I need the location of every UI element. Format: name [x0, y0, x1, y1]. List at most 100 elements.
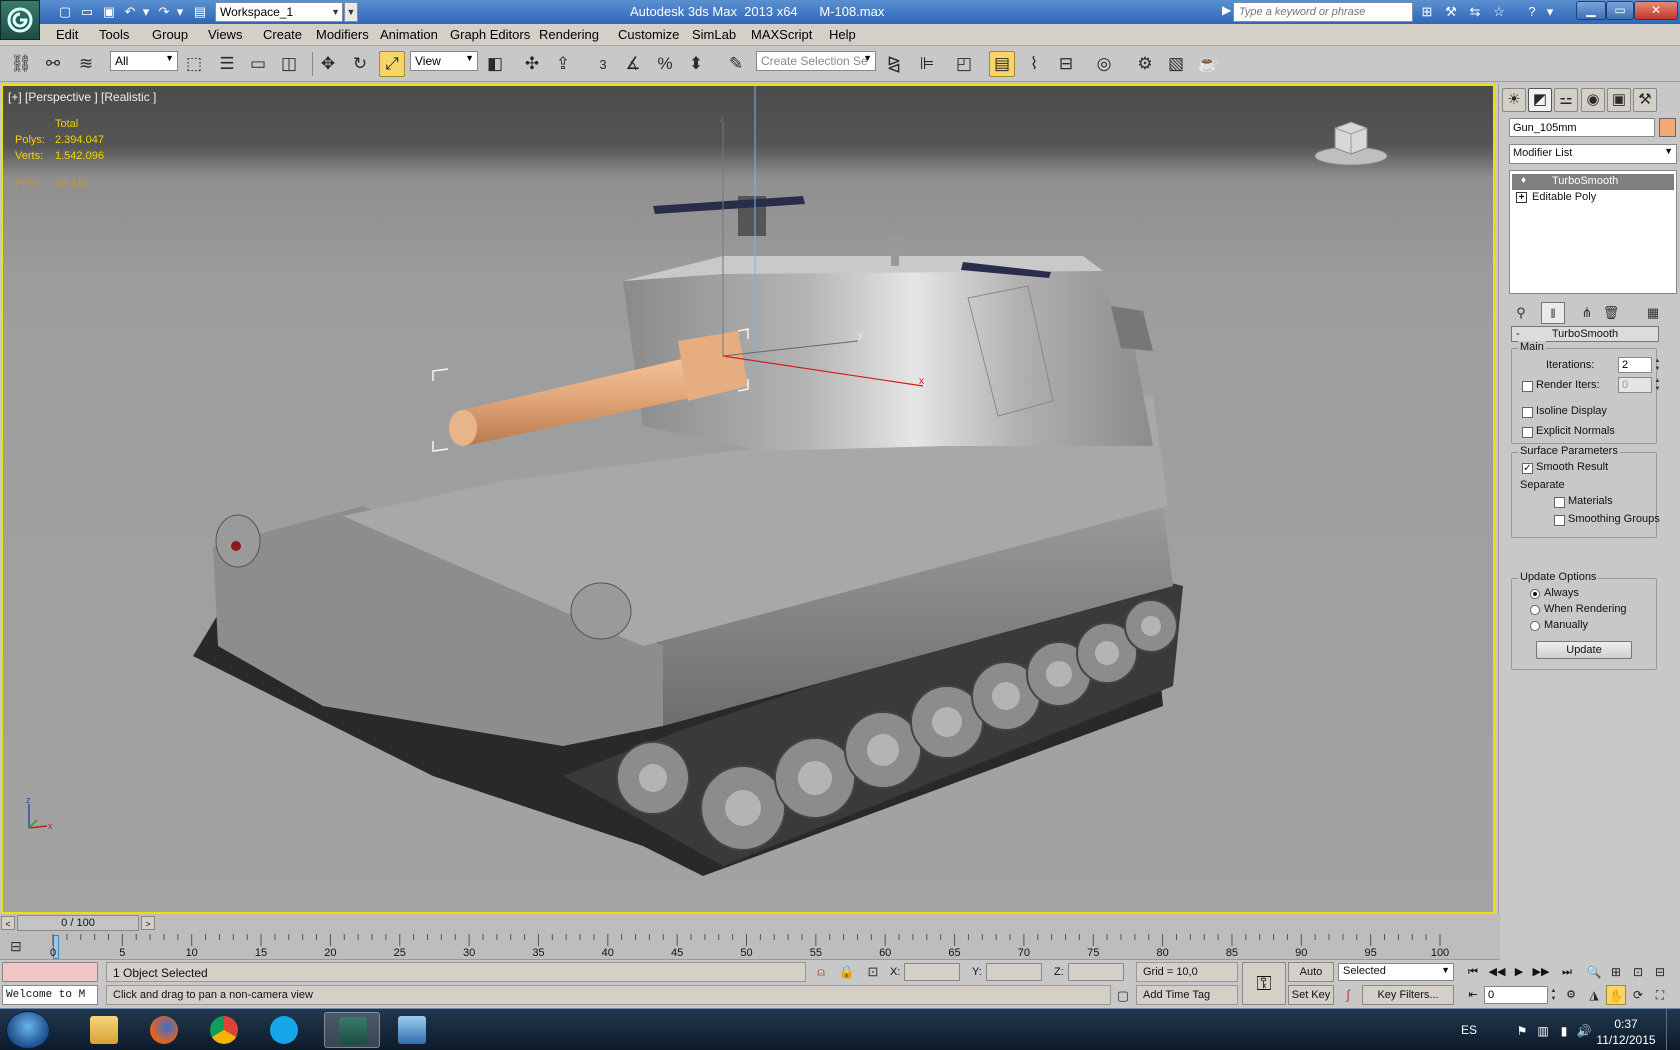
expand-plus-icon[interactable]: + [1516, 192, 1527, 203]
undo-dropdown-icon[interactable]: ▾ [137, 3, 155, 21]
isoline-display-checkbox[interactable] [1522, 407, 1533, 418]
zoom-extents-icon[interactable]: ⊡ [1628, 962, 1648, 982]
tab-utilities[interactable]: ⚒ [1633, 88, 1657, 112]
taskbar-photo-viewer[interactable] [384, 1012, 440, 1048]
selection-lock-icon[interactable]: 🔒 [838, 963, 856, 981]
maxscript-mini-listener[interactable]: Welcome to M [2, 985, 98, 1005]
explicit-normals-checkbox[interactable] [1522, 427, 1533, 438]
menu-rendering[interactable]: Rendering [539, 27, 599, 42]
key-mode-select[interactable]: Selected ▼ [1338, 963, 1454, 981]
update-always-radio[interactable] [1530, 589, 1540, 599]
render-setup-icon[interactable]: ⚙ [1132, 51, 1158, 77]
render-production-teapot-icon[interactable]: ☕ [1195, 51, 1221, 77]
key-filters-button[interactable]: Key Filters... [1362, 985, 1454, 1005]
menu-animation[interactable]: Animation [380, 27, 438, 42]
default-tangents-icon[interactable]: ∫ [1338, 986, 1358, 1004]
save-file-icon[interactable]: ▣ [100, 3, 118, 21]
edit-named-selection-icon[interactable]: ✎ [723, 51, 749, 77]
select-object-icon[interactable]: ⬚ [181, 51, 207, 77]
tab-modify[interactable]: ◩ [1528, 88, 1552, 112]
application-button[interactable] [0, 0, 40, 40]
search-input[interactable] [1233, 2, 1413, 22]
spinner-arrows-icon[interactable]: ▲ ▼ [1653, 377, 1662, 393]
pan-view-hand-icon[interactable]: ✋ [1606, 985, 1626, 1005]
smooth-result-checkbox[interactable]: ✓ [1522, 463, 1533, 474]
material-editor-icon[interactable]: ◎ [1091, 51, 1117, 77]
taskbar-firefox[interactable] [136, 1012, 192, 1048]
percent-snap-icon[interactable]: % [652, 51, 678, 77]
time-slider[interactable]: < 0 / 100 > [0, 914, 1500, 932]
spinner-arrows-icon[interactable]: ▲ ▼ [1653, 357, 1662, 373]
binoculars-icon[interactable]: ⊞ [1418, 3, 1436, 21]
clock-date[interactable]: 11/12/2015 [1590, 1033, 1662, 1047]
play-icon[interactable]: ▶ [1508, 963, 1530, 981]
quick-access-dropdown[interactable]: ▼ [344, 2, 358, 22]
clock-time[interactable]: 0:37 [1596, 1017, 1656, 1031]
angle-snap-icon[interactable]: ∡ [620, 51, 646, 77]
menu-graph-editors[interactable]: Graph Editors [450, 27, 530, 42]
align-icon[interactable]: ⊫ [914, 51, 940, 77]
track-bar[interactable]: ⊟ 0 5 10 15 20 25 30 35 40 45 50 55 60 65 70 75 80 85 90 95… [0, 932, 1500, 960]
current-frame-field[interactable] [1484, 986, 1548, 1004]
select-and-scale-icon[interactable]: ⤢ [379, 51, 405, 77]
pin-stack-icon[interactable]: ⚲ [1509, 302, 1533, 324]
select-manipulate-icon[interactable]: ✣ [519, 51, 545, 77]
viewcube-icon[interactable] [1313, 116, 1389, 166]
network-icon[interactable]: ▥ [1535, 1023, 1551, 1039]
unlink-selection-icon[interactable]: ⚯ [40, 51, 66, 77]
time-slider-thumb[interactable]: 0 / 100 [17, 915, 139, 931]
time-tag-icon[interactable]: ▢ [1114, 987, 1132, 1005]
help-icon[interactable]: ? [1523, 3, 1541, 21]
curve-editor-icon[interactable]: ⌇ [1021, 51, 1047, 77]
set-key-button[interactable]: Set Key [1288, 985, 1334, 1005]
render-iters-spinner[interactable] [1618, 377, 1652, 393]
maximize-viewport-icon[interactable]: ⛶ [1650, 985, 1670, 1005]
workspace-select[interactable]: Workspace_1 ▼ [215, 2, 343, 22]
show-end-result-icon[interactable]: ‖ [1541, 302, 1565, 324]
layer-manager-icon[interactable]: ◰ [951, 51, 977, 77]
action-center-flag-icon[interactable]: ⚑ [1514, 1023, 1530, 1039]
project-folder-icon[interactable]: ▤ [191, 3, 209, 21]
window-crossing-icon[interactable]: ◫ [276, 51, 302, 77]
mirror-icon[interactable]: ⧎ [881, 51, 907, 77]
time-slider-prev-icon[interactable]: < [1, 916, 15, 930]
reference-coordinate-select[interactable]: View ▼ [410, 51, 478, 71]
spinner-snap-icon[interactable]: ⬍ [683, 51, 709, 77]
zoom-icon[interactable]: 🔍 [1584, 962, 1604, 982]
orbit-icon[interactable]: ⟳ [1628, 985, 1648, 1005]
viewport-label[interactable]: [+] [Perspective ] [Realistic ] [8, 90, 156, 104]
select-and-rotate-icon[interactable]: ↻ [347, 51, 373, 77]
menu-customize[interactable]: Customize [618, 27, 679, 42]
taskbar-explorer[interactable] [76, 1012, 132, 1048]
input-language[interactable]: ES [1461, 1023, 1477, 1037]
z-coordinate-field[interactable] [1068, 963, 1124, 981]
lightbulb-icon[interactable]: ♦ [1518, 176, 1529, 187]
maximize-button[interactable]: ▭ [1606, 1, 1634, 20]
menu-create[interactable]: Create [263, 27, 302, 42]
field-of-view-icon[interactable]: ◮ [1584, 985, 1604, 1005]
tab-create[interactable]: ☀ [1502, 88, 1526, 112]
pivot-center-icon[interactable]: ◧ [482, 51, 508, 77]
perspective-viewport[interactable]: x y z [+] [Perspective ] [Realistic ] To… [1, 84, 1495, 914]
menu-modifiers[interactable]: Modifiers [316, 27, 369, 42]
go-to-start-icon[interactable]: ⏮ [1462, 963, 1484, 981]
snaps-toggle-icon[interactable]: 3 [590, 51, 616, 77]
object-color-swatch[interactable] [1659, 118, 1676, 137]
maxscript-listener-field[interactable] [2, 962, 98, 982]
new-file-icon[interactable]: ▢ [56, 3, 74, 21]
go-to-end-icon[interactable]: ⏭ [1556, 963, 1578, 981]
taskbar-skype[interactable] [256, 1012, 312, 1048]
taskbar-3dsmax[interactable] [324, 1012, 380, 1048]
rollout-turbosmooth[interactable]: - TurboSmooth [1511, 326, 1659, 342]
select-and-move-icon[interactable]: ✥ [315, 51, 341, 77]
tab-motion[interactable]: ◉ [1581, 88, 1605, 112]
rectangular-selection-icon[interactable]: ▭ [245, 51, 271, 77]
spinner-arrows-icon[interactable]: ▲ ▼ [1549, 987, 1558, 1003]
menu-help[interactable]: Help [829, 27, 856, 42]
graphite-ribbon-icon[interactable]: ▤ [989, 51, 1015, 77]
close-button[interactable]: ✕ [1634, 1, 1678, 20]
update-when-rendering-radio[interactable] [1530, 605, 1540, 615]
isolate-selection-icon[interactable]: ⍝ [812, 963, 830, 981]
stack-item-editable-poly[interactable]: + Editable Poly [1512, 190, 1674, 206]
help-dropdown-icon[interactable]: ▾ [1541, 3, 1559, 21]
